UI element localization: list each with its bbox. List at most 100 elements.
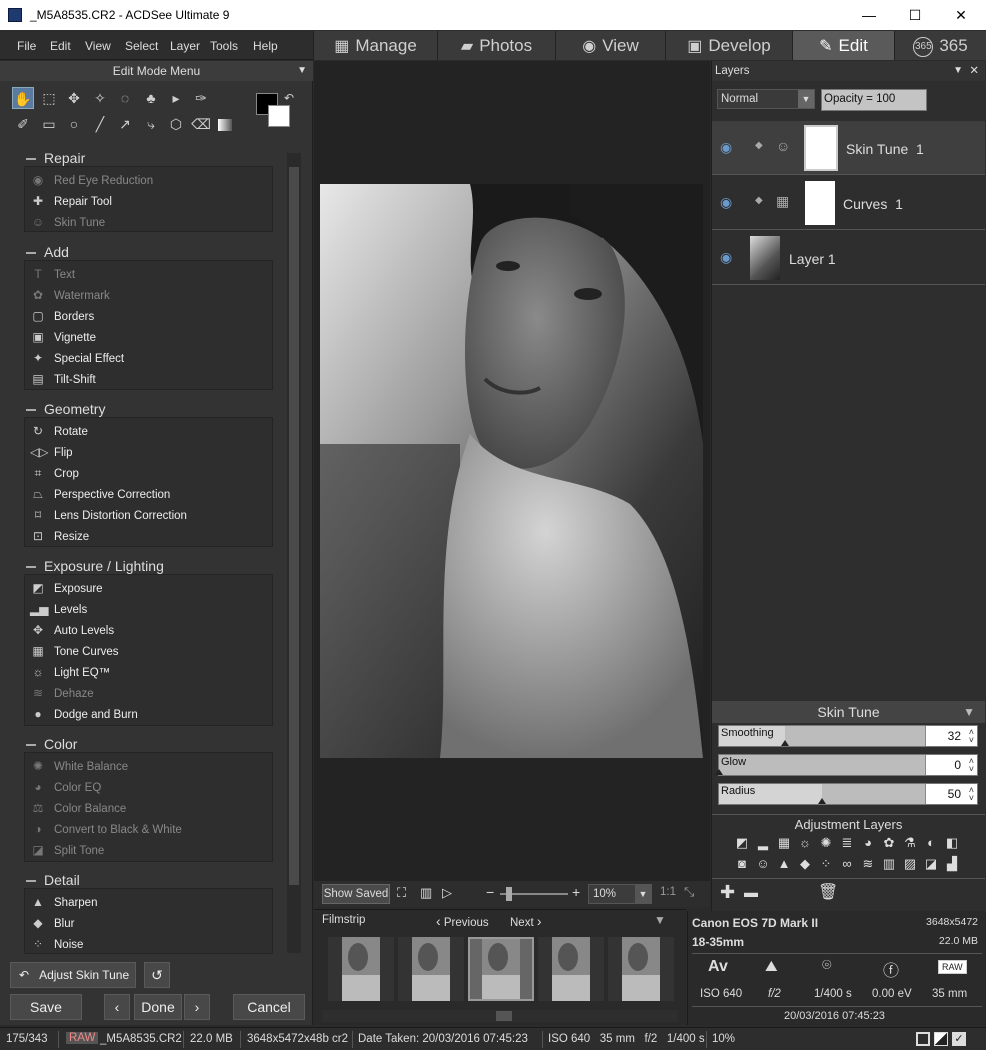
smart-brush-icon[interactable]: ♣ [140,87,162,109]
tool-repair[interactable]: ✚ Repair Tool [30,191,112,211]
scrollbar-thumb[interactable] [289,167,299,885]
minimize-button[interactable]: — [846,0,892,30]
tool-dehaze[interactable]: ≋ Dehaze [30,683,94,703]
tool-flip[interactable]: ◁▷ Flip [30,442,73,462]
fullscreen-icon[interactable]: ⛶ [397,885,406,901]
lasso-icon[interactable]: ◌ [114,87,136,109]
menu-file[interactable]: File [17,39,36,53]
tool-exposure[interactable]: ◩ Exposure [30,578,102,598]
arrow-icon[interactable]: ↗ [114,113,136,135]
tool-crop[interactable]: ⌗ Crop [30,463,79,483]
menu-view[interactable]: View [85,39,111,53]
tool-dodge-and-burn[interactable]: ● Dodge and Burn [30,704,137,724]
opacity-slider[interactable]: Opacity = 100 [821,89,927,111]
category-detail[interactable]: Detail [26,872,80,888]
tool-perspective-correction[interactable]: ⏢ Perspective Correction [30,484,170,504]
rectangle-icon[interactable]: ▭ [38,113,60,135]
invert-adjust-icon[interactable]: ◧ [944,835,960,851]
close-icon[interactable]: ✕ [969,61,979,81]
layers-menu-icon[interactable]: ▼ [953,61,963,81]
marquee-tool-icon[interactable]: ⬚ [38,87,60,109]
filmstrip-previous-button[interactable]: ‹ Previous [436,913,489,929]
tool-levels[interactable]: ▂▅ Levels [30,599,87,619]
tool-color-balance[interactable]: ⚖ Color Balance [30,798,127,818]
actual-size-button[interactable]: 1:1 [660,886,676,898]
compare-icon[interactable] [934,1032,948,1046]
edit-menu-scrollbar[interactable] [287,153,301,953]
spinner-icon[interactable]: ˄ ˅ [969,728,974,745]
white-balance-adjust-icon[interactable]: ✺ [818,835,834,851]
noise-adjust-icon[interactable]: ⁘ [818,856,834,872]
menu-select[interactable]: Select [125,39,158,53]
exposure-adjust-icon[interactable]: ◩ [734,835,750,851]
maximize-button[interactable]: ☐ [892,0,938,30]
select-brush-icon[interactable]: ▸ [165,87,187,109]
filmstrip-scroll-thumb[interactable] [496,1011,512,1021]
category-repair[interactable]: Repair [26,150,85,166]
histogram-icon[interactable]: ▥ [420,885,432,901]
tool-vignette[interactable]: ▣ Vignette [30,327,96,347]
visibility-eye-icon[interactable]: ◉ [720,194,732,211]
tool-special-effect[interactable]: ✦ Special Effect [30,348,124,368]
tool-sharpen[interactable]: ▲ Sharpen [30,892,97,912]
line-icon[interactable]: ╱ [89,113,111,135]
panel-menu-icon[interactable]: ▼ [297,61,307,81]
add-layer-icon[interactable]: ✚ [720,882,735,903]
chart-adjust-icon[interactable]: ▟ [944,856,960,872]
tool-noise[interactable]: ⁘ Noise [30,934,83,954]
filmstrip-thumbnail[interactable] [538,937,604,1001]
smoothing-slider[interactable]: Smoothing 32 ˄ ˅ [718,725,978,747]
polygon-icon[interactable]: ⬡ [165,113,187,135]
blur-adjust-icon[interactable]: ◆ [797,856,813,872]
slider-handle[interactable] [715,769,723,775]
filmstrip-scrollbar[interactable] [322,1010,678,1022]
tool-lens-distortion-correction[interactable]: ⌑ Lens Distortion Correction [30,505,187,525]
tool-red-eye-reduction[interactable]: ◉ Red Eye Reduction [30,170,153,190]
adjust-skin-tune-button[interactable]: ↶ Adjust Skin Tune [10,962,136,988]
color-eq-adjust-icon[interactable]: ◕ [860,835,876,851]
fit-icon[interactable]: ⤡ [684,884,694,900]
ellipse-icon[interactable]: ○ [63,113,85,135]
magic-wand-icon[interactable]: ✧ [89,87,111,109]
photo-portrait[interactable] [320,184,703,758]
menu-tools[interactable]: Tools [210,39,238,53]
collapse-icon[interactable]: ▼ [963,701,975,723]
brush-icon[interactable]: ✐ [12,113,34,135]
show-saved-button[interactable]: Show Saved [322,884,390,904]
skin-tune-adjust-icon[interactable]: ☺ [755,856,771,872]
zoom-slider-thumb[interactable] [506,887,512,901]
sliders-adjust-icon[interactable]: ≣ [839,835,855,851]
filmstrip-next-button[interactable]: Next › [510,913,542,929]
tool-tone-curves[interactable]: ▦ Tone Curves [30,641,118,661]
menu-layer[interactable]: Layer [170,39,200,53]
category-add[interactable]: Add [26,244,69,260]
layer-row-layer-1[interactable]: ◉ Layer 1 [712,231,985,285]
filmstrip-thumbnail-selected[interactable] [468,937,534,1001]
mode-develop-button[interactable]: ▣ Develop [665,31,792,60]
view-mode-icon[interactable] [916,1032,930,1046]
zoom-out-icon[interactable]: − [486,884,494,900]
next-image-button[interactable]: › [184,994,210,1020]
filmstrip-thumbnail[interactable] [328,937,394,1001]
move-tool-icon[interactable]: ✥ [63,87,85,109]
light-eq-adjust-icon[interactable]: ☼ [797,835,813,851]
tool-rotate[interactable]: ↻ Rotate [30,421,88,441]
photo-filter-adjust-icon[interactable]: ⚗ [902,835,918,851]
checkmark-icon[interactable]: ✓ [952,1032,966,1046]
curve-icon[interactable]: ⤷ [140,113,162,135]
tool-blur[interactable]: ◆ Blur [30,913,74,933]
mode-view-button[interactable]: ◉ View [555,31,665,60]
gradient-icon[interactable] [214,113,236,135]
delete-layer-icon[interactable]: 🗑 [818,882,838,902]
sharpen-adjust-icon[interactable]: ▲ [776,856,792,872]
slider-handle[interactable] [818,798,826,804]
filmstrip-thumbnail[interactable] [608,937,674,1001]
glow-slider[interactable]: Glow 0 ˄ ˅ [715,754,978,776]
tool-borders[interactable]: ▢ Borders [30,306,94,326]
tool-watermark[interactable]: ✿ Watermark [30,285,110,305]
red-eye-adjust-icon[interactable]: ◙ [734,856,750,872]
eyedropper-icon[interactable]: ✑ [190,87,212,109]
slider-handle[interactable] [780,740,789,746]
filmstrip-thumbnail[interactable] [398,937,464,1001]
tool-text[interactable]: T Text [30,264,75,284]
